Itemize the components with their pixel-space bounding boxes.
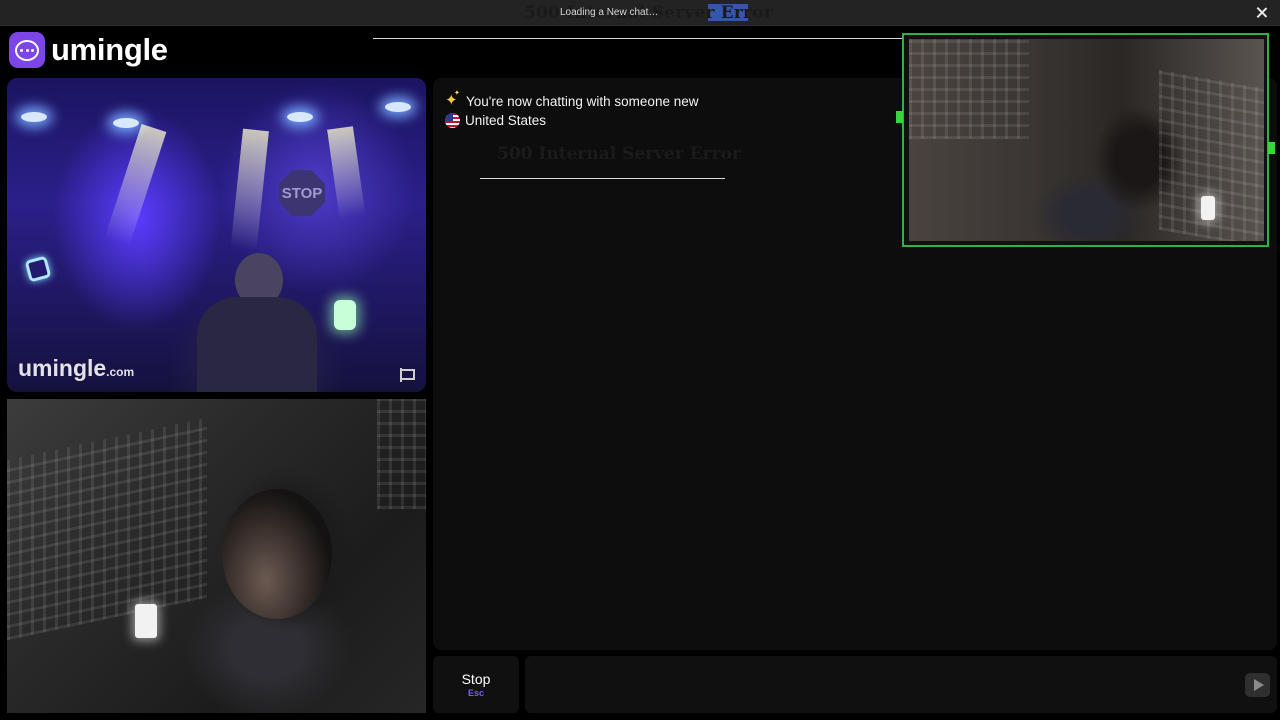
- stage-light: [113, 118, 139, 128]
- stop-button[interactable]: Stop Esc: [433, 656, 519, 713]
- us-flag-icon: [445, 112, 460, 128]
- new-chat-message: You're now chatting with someone new: [445, 89, 699, 110]
- window-title-bar: 500 Internal Server Error Loading a New …: [0, 0, 1280, 26]
- self-person: [222, 489, 332, 619]
- country-text: United States: [465, 112, 547, 128]
- partner-video: STOP umingle.com: [7, 78, 426, 392]
- ring-light: [24, 255, 52, 283]
- stage-light: [287, 112, 313, 122]
- site-watermark: umingle.com: [18, 355, 135, 381]
- status-text: You're now chatting with someone new: [466, 93, 699, 109]
- pip-video: [909, 39, 1264, 241]
- light-beam: [327, 126, 366, 219]
- header-divider: [373, 38, 905, 39]
- pip-video-window[interactable]: [902, 33, 1269, 247]
- stop-sign-decor: STOP: [279, 170, 325, 216]
- window-title-overlay: Loading a New chat…: [560, 7, 659, 18]
- light-beam: [104, 123, 167, 247]
- brand-name: umingle: [51, 32, 168, 67]
- stage-light: [385, 102, 411, 112]
- desk-lamp: [334, 300, 356, 330]
- stop-shortcut: Esc: [467, 688, 484, 698]
- pip-resize-handle-left[interactable]: [896, 111, 903, 123]
- light-beam: [230, 128, 269, 251]
- partner-person: [197, 253, 317, 392]
- site-logo[interactable]: umingle: [9, 32, 168, 68]
- desk-lamp: [135, 604, 157, 638]
- pip-resize-handle-right[interactable]: [1268, 142, 1275, 154]
- curtain: [377, 399, 426, 509]
- stop-label: Stop: [461, 671, 491, 687]
- blanket: [7, 417, 207, 641]
- self-video: [7, 399, 426, 713]
- flag-icon[interactable]: [399, 367, 415, 383]
- send-icon[interactable]: [1245, 673, 1270, 697]
- chat-status: You're now chatting with someone new Uni…: [445, 89, 699, 130]
- partner-country: United States: [445, 111, 698, 129]
- close-icon[interactable]: [1252, 3, 1272, 23]
- error-ghost-text: 500 Internal Server Error: [497, 144, 741, 164]
- desk-lamp: [1201, 196, 1215, 220]
- message-input[interactable]: [525, 656, 1277, 713]
- sparkles-icon: [445, 89, 461, 109]
- chat-bubble-icon: [9, 32, 45, 68]
- error-divider: [480, 178, 725, 179]
- curtain: [909, 39, 1029, 139]
- stage-light: [21, 112, 47, 122]
